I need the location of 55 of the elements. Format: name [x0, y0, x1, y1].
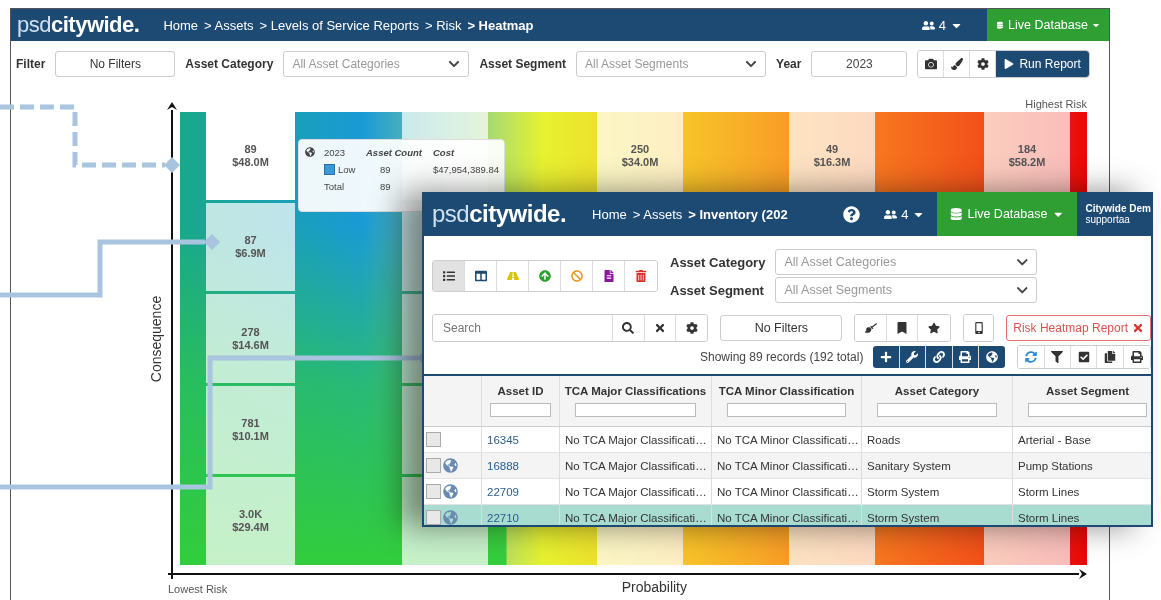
table-cell: Sanitary System [862, 453, 1013, 478]
y-axis-label: Consequence [148, 295, 164, 382]
field-label: Asset Segment [670, 282, 765, 298]
logo: psdcitywide. [432, 200, 567, 228]
field-label: Asset Category [185, 57, 274, 71]
table-cell: No TCA Minor Classificati… [712, 427, 862, 452]
x-axis-label: Probability [621, 579, 687, 595]
table-cell: No TCA Major Classificati… [560, 453, 712, 478]
table-cell: Storm Lines [1013, 505, 1151, 525]
asset-cost: $34.0M [621, 156, 659, 170]
tooltip-count: 89 [379, 181, 392, 192]
table-cell: Roads [862, 427, 1013, 452]
asset-count: 87 [244, 234, 257, 248]
asset-cost: $29.4M [232, 520, 269, 534]
tooltip-label: Total [324, 181, 345, 192]
highest-risk-label: Highest Risk [1025, 98, 1087, 112]
filter-label: Filter [16, 57, 46, 71]
asset-cost: $16.3M [813, 156, 851, 170]
asset-count: 184 [1017, 143, 1037, 157]
asset-count: 250 [630, 143, 650, 157]
table-cell: No TCA Minor Classificati… [712, 479, 862, 504]
records-summary: Showing 89 records (192 total) [700, 350, 864, 364]
table-cell: Storm System [862, 505, 1013, 525]
table-cell: No TCA Major Classificati… [560, 427, 712, 452]
tooltip-label: Low [338, 164, 356, 175]
field-label: Year [776, 57, 802, 71]
table-cell: No TCA Major Classificati… [560, 505, 712, 525]
field-label: Asset Category [670, 254, 766, 270]
asset-count: 3.0K [238, 507, 263, 521]
asset-cost: $14.6M [232, 338, 269, 352]
tooltip-count: 89 [379, 164, 392, 175]
asset-cost: $10.1M [232, 429, 269, 443]
asset-cost: $48.0M [232, 156, 269, 170]
asset-cost: $6.9M [235, 247, 266, 261]
table-cell: Arterial - Base [1013, 427, 1151, 452]
tooltip-heading: Asset Count [366, 147, 423, 158]
table-cell: No TCA Minor Classificati… [712, 453, 862, 478]
table-cell: No TCA Minor Classificati… [712, 505, 862, 525]
table-cell: Pump Stations [1013, 453, 1151, 478]
account-name: Citywide Dem [1085, 203, 1151, 214]
asset-count: 781 [241, 416, 260, 430]
table-cell: No TCA Major Classificati… [560, 479, 712, 504]
asset-count: 89 [244, 143, 257, 157]
asset-count: 278 [241, 325, 260, 339]
table-cell: Storm System [862, 479, 1013, 504]
logo: psdcitywide. [17, 12, 140, 38]
field-label: Asset Segment [479, 57, 567, 71]
tooltip-heading: Cost [433, 147, 456, 158]
lowest-risk-label: Lowest Risk [168, 583, 228, 595]
asset-cost: $58.2M [1008, 156, 1046, 170]
asset-count: 49 [825, 143, 839, 157]
account-user: supportaa [1085, 214, 1131, 225]
table-cell: Storm Lines [1013, 479, 1151, 504]
tooltip-cost: $47,954,389.84 [433, 164, 500, 175]
tooltip-year: 2023 [324, 147, 347, 158]
